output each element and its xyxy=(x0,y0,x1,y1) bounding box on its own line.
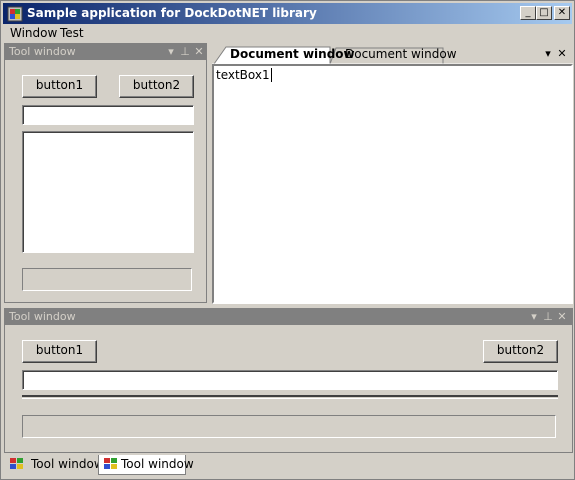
textbox-value: textBox1 xyxy=(216,68,272,82)
window-icon xyxy=(104,458,117,469)
left-text-input[interactable] xyxy=(22,105,194,125)
chevron-down-icon[interactable]: ▾ xyxy=(165,45,177,58)
maximize-button[interactable]: □ xyxy=(536,6,552,20)
menu-test[interactable]: Test xyxy=(60,26,84,40)
left-button1[interactable]: button1 xyxy=(22,75,97,98)
bottom-button1[interactable]: button1 xyxy=(22,340,97,363)
title-bar[interactable]: Sample application for DockDotNET librar… xyxy=(3,3,572,24)
window-icon xyxy=(10,458,23,469)
bottom-button2[interactable]: button2 xyxy=(483,340,558,363)
left-tool-window-title: Tool window xyxy=(9,45,76,58)
tab-document-window-2[interactable]: Document window xyxy=(345,46,457,65)
left-tool-window-caption[interactable]: Tool window ▾ ⊥ ✕ xyxy=(5,44,206,60)
app-window: Sample application for DockDotNET librar… xyxy=(0,0,575,480)
pin-icon[interactable]: ⊥ xyxy=(542,310,554,323)
pin-icon[interactable]: ⊥ xyxy=(179,45,191,58)
close-icon[interactable]: ✕ xyxy=(556,310,568,323)
chevron-down-icon[interactable]: ▾ xyxy=(528,310,540,323)
document-text-area[interactable]: textBox1 xyxy=(212,64,573,304)
bottom-tool-window: Tool window ▾ ⊥ ✕ button1 button2 xyxy=(4,308,573,453)
bottom-splitter[interactable] xyxy=(22,395,558,399)
document-area: Document window Document window ▾ ✕ text… xyxy=(212,43,573,304)
bottom-tab-label: Tool window xyxy=(121,457,194,471)
bottom-tool-window-title: Tool window xyxy=(9,310,76,323)
menu-bar: Window Test xyxy=(3,24,572,42)
bottom-tab-label: Tool window xyxy=(31,457,104,471)
close-icon[interactable]: ✕ xyxy=(556,47,568,60)
app-icon xyxy=(7,6,23,22)
close-button[interactable]: ✕ xyxy=(554,6,570,20)
left-button2[interactable]: button2 xyxy=(119,75,194,98)
left-progress-bar xyxy=(22,268,192,291)
document-tab-strip: Document window Document window ▾ ✕ xyxy=(212,43,573,65)
chevron-down-icon[interactable]: ▾ xyxy=(542,47,554,60)
close-icon[interactable]: ✕ xyxy=(193,45,205,58)
minimize-button[interactable]: _ xyxy=(520,6,536,20)
bottom-tab-bar: Tool window Tool window xyxy=(3,453,572,477)
bottom-progress-bar xyxy=(22,415,556,438)
bottom-text-input[interactable] xyxy=(22,370,558,390)
bottom-tab-tool-window-2[interactable]: Tool window xyxy=(98,455,194,475)
tab-document-window-1[interactable]: Document window xyxy=(230,46,355,65)
window-title: Sample application for DockDotNET librar… xyxy=(27,6,317,20)
menu-window[interactable]: Window xyxy=(10,26,57,40)
left-tool-window: Tool window ▾ ⊥ ✕ button1 button2 xyxy=(4,43,207,303)
bottom-tool-window-caption[interactable]: Tool window ▾ ⊥ ✕ xyxy=(5,309,572,325)
bottom-tab-tool-window-1[interactable]: Tool window xyxy=(5,455,104,475)
left-list-box[interactable] xyxy=(22,131,194,253)
